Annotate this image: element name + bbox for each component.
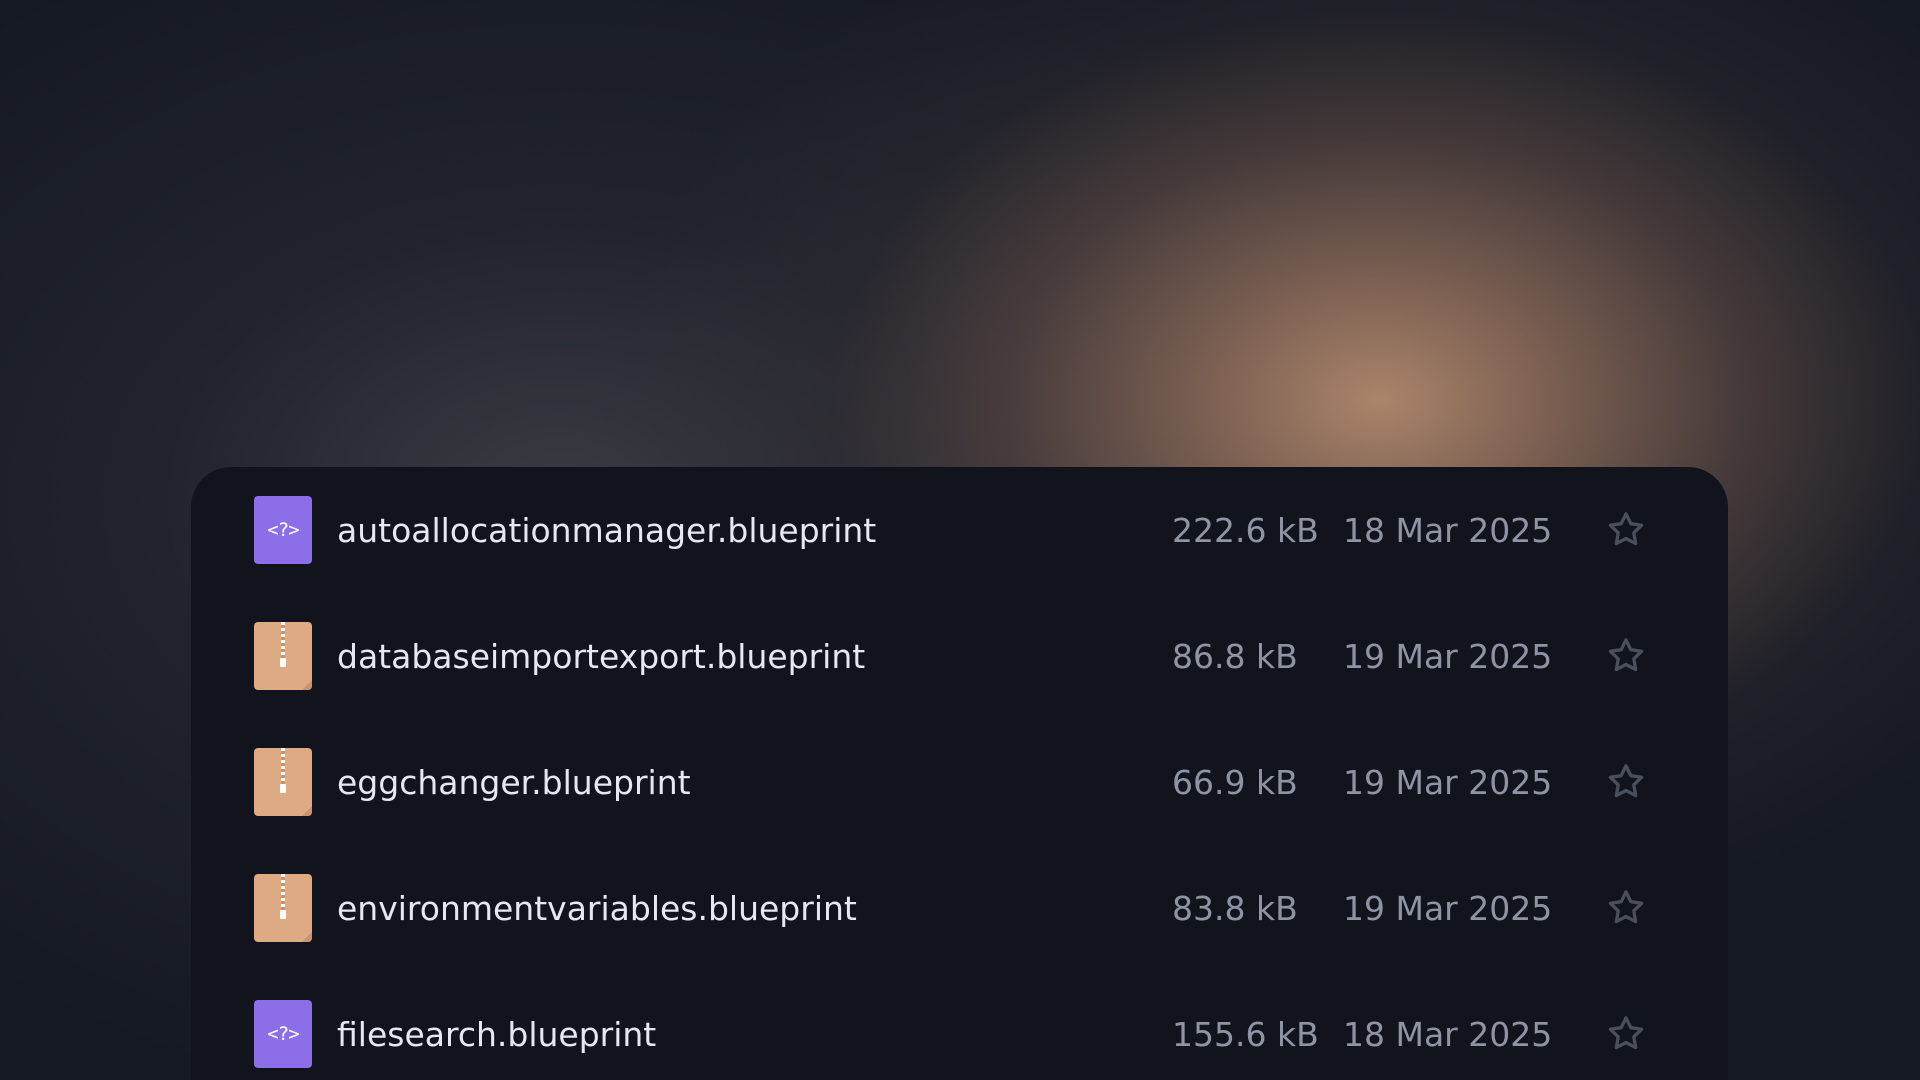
star-icon[interactable] bbox=[1603, 507, 1649, 553]
star-icon[interactable] bbox=[1603, 759, 1649, 805]
star-icon[interactable] bbox=[1603, 633, 1649, 679]
file-size: 66.9 kB bbox=[1172, 762, 1298, 802]
file-name[interactable]: autoallocationmanager.blueprint bbox=[337, 511, 876, 550]
file-list-panel: <?> autoallocationmanager.blueprint 222.… bbox=[191, 467, 1728, 1080]
code-file-icon: <?> bbox=[254, 1000, 312, 1068]
star-icon[interactable] bbox=[1603, 1011, 1649, 1057]
file-name[interactable]: databaseimportexport.blueprint bbox=[337, 637, 865, 676]
archive-file-icon bbox=[254, 748, 312, 816]
file-name[interactable]: filesearch.blueprint bbox=[337, 1015, 656, 1054]
file-date: 19 Mar 2025 bbox=[1343, 888, 1553, 928]
zipper-icon bbox=[281, 748, 285, 788]
file-row[interactable]: <?> filesearch.blueprint 155.6 kB 18 Mar… bbox=[191, 971, 1728, 1080]
file-size: 222.6 kB bbox=[1172, 510, 1319, 550]
file-row[interactable]: <?> autoallocationmanager.blueprint 222.… bbox=[191, 467, 1728, 593]
code-glyph: <?> bbox=[267, 1023, 299, 1045]
star-icon[interactable] bbox=[1603, 885, 1649, 931]
file-size: 86.8 kB bbox=[1172, 636, 1298, 676]
file-size: 83.8 kB bbox=[1172, 888, 1298, 928]
file-size: 155.6 kB bbox=[1172, 1014, 1319, 1054]
file-date: 19 Mar 2025 bbox=[1343, 636, 1553, 676]
file-date: 18 Mar 2025 bbox=[1343, 510, 1553, 550]
file-date: 19 Mar 2025 bbox=[1343, 762, 1553, 802]
file-row[interactable]: databaseimportexport.blueprint 86.8 kB 1… bbox=[191, 593, 1728, 719]
zipper-icon bbox=[281, 874, 285, 914]
file-row[interactable]: environmentvariables.blueprint 83.8 kB 1… bbox=[191, 845, 1728, 971]
code-glyph: <?> bbox=[267, 519, 299, 541]
file-row[interactable]: eggchanger.blueprint 66.9 kB 19 Mar 2025 bbox=[191, 719, 1728, 845]
code-file-icon: <?> bbox=[254, 496, 312, 564]
zipper-icon bbox=[281, 622, 285, 662]
archive-file-icon bbox=[254, 622, 312, 690]
file-name[interactable]: environmentvariables.blueprint bbox=[337, 889, 857, 928]
file-date: 18 Mar 2025 bbox=[1343, 1014, 1553, 1054]
archive-file-icon bbox=[254, 874, 312, 942]
file-name[interactable]: eggchanger.blueprint bbox=[337, 763, 691, 802]
